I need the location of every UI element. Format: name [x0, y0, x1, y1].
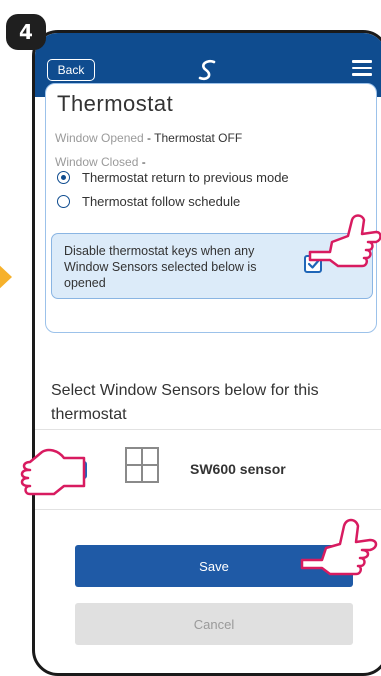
sensors-heading: Select Window Sensors below for this the…	[51, 382, 319, 423]
pointing-hand-icon	[300, 518, 378, 576]
card-title: Thermostat	[57, 91, 174, 116]
disable-keys-label: Disable thermostat keys when any Window …	[64, 244, 257, 290]
window-icon	[125, 447, 159, 483]
hamburger-menu-icon[interactable]	[352, 60, 372, 76]
divider-bottom	[35, 509, 381, 510]
window-closed-line: Window Closed -	[55, 155, 146, 169]
window-closed-suffix: -	[138, 155, 146, 169]
option-label: Thermostat follow schedule	[82, 194, 241, 209]
option-label: Thermostat return to previous mode	[82, 170, 289, 185]
window-opened-label: Window Opened	[55, 131, 144, 145]
sensor-name: SW600 sensor	[190, 461, 286, 477]
option-follow-schedule[interactable]: Thermostat follow schedule	[57, 194, 240, 209]
radio-button-selected[interactable]	[57, 171, 70, 184]
radio-button[interactable]	[57, 195, 70, 208]
pointing-hand-icon	[20, 448, 86, 496]
option-return-previous-mode[interactable]: Thermostat return to previous mode	[57, 170, 289, 185]
cancel-button[interactable]: Cancel	[75, 603, 353, 645]
divider-top	[35, 429, 381, 430]
step-number-badge: 4	[6, 14, 46, 50]
window-opened-value: - Thermostat OFF	[143, 131, 243, 145]
salus-logo-icon	[198, 59, 216, 81]
arrow-indicator	[0, 265, 12, 289]
window-opened-line: Window Opened - Thermostat OFF	[55, 131, 242, 145]
pointing-hand-icon	[308, 214, 381, 268]
back-button[interactable]: Back	[47, 59, 95, 81]
window-closed-label: Window Closed	[55, 155, 139, 169]
